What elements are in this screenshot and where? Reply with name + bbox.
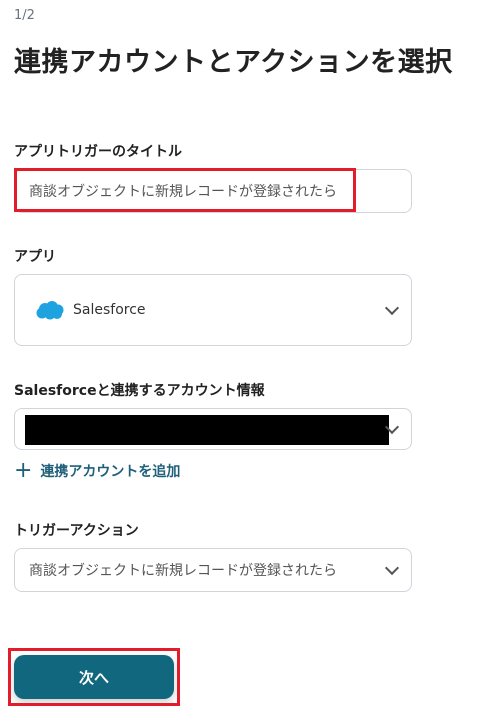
trigger-action-value: 商談オブジェクトに新規レコードが登録されたら (29, 563, 337, 579)
trigger-title-label: アプリトリガーのタイトル (14, 144, 182, 160)
app-select[interactable]: Salesforce (14, 274, 412, 346)
step-indicator: 1/2 (14, 8, 35, 23)
add-account-label: 連携アカウントを追加 (40, 464, 181, 480)
trigger-title-input[interactable] (15, 170, 411, 212)
app-label: アプリ (14, 249, 56, 265)
account-label: Salesforceと連携するアカウント情報 (14, 383, 265, 399)
add-account-link[interactable]: + 連携アカウントを追加 (14, 460, 180, 482)
redacted-account (25, 415, 389, 445)
account-select[interactable] (14, 408, 412, 450)
next-button[interactable]: 次へ (14, 655, 174, 699)
page-title: 連携アカウントとアクションを選択 (14, 47, 453, 78)
salesforce-cloud-icon (36, 301, 64, 320)
trigger-action-select[interactable]: 商談オブジェクトに新規レコードが登録されたら (14, 548, 412, 592)
trigger-title-field[interactable] (14, 169, 412, 213)
chevron-down-icon (384, 300, 400, 316)
plus-icon: + (14, 458, 33, 483)
app-select-value: Salesforce (73, 302, 146, 318)
chevron-down-icon (384, 560, 400, 576)
trigger-action-label: トリガーアクション (14, 523, 139, 539)
